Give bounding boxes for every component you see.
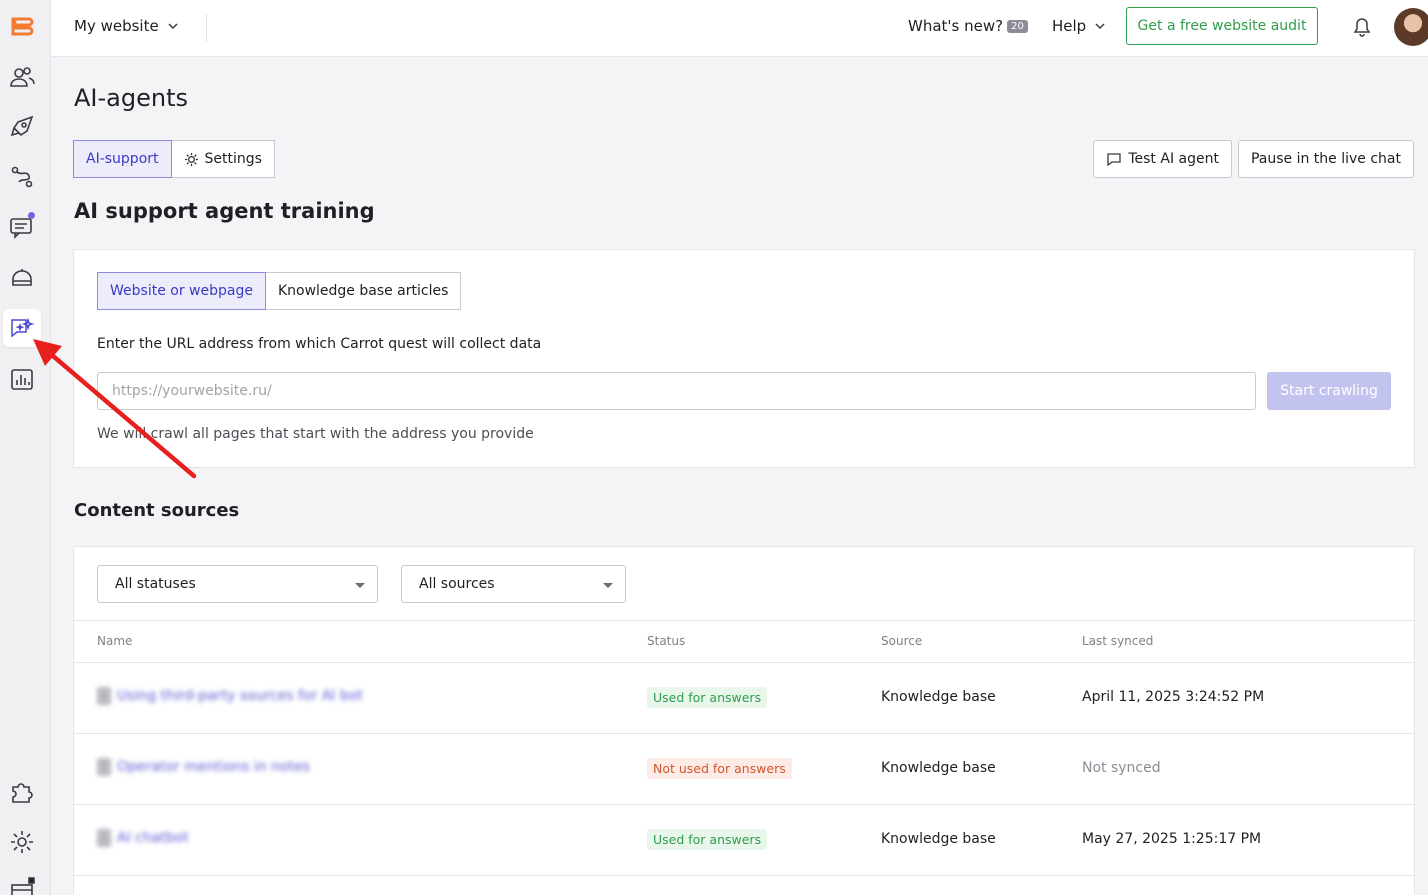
content-sources-title: Content sources [74, 500, 240, 521]
source-name-link[interactable]: AI chatbot [97, 829, 189, 847]
source-name: Operator mentions in notes [117, 759, 310, 775]
settings-icon[interactable] [3, 823, 41, 861]
table-row[interactable]: Using third-party sources for AI bot Use… [74, 663, 1414, 734]
source-type: Knowledge base [881, 689, 996, 705]
source-filter-select[interactable]: All sources [401, 565, 626, 603]
source-name-link[interactable]: Operator mentions in notes [97, 758, 310, 776]
header-divider [206, 14, 207, 42]
users-icon[interactable] [3, 58, 41, 96]
notification-dot [28, 212, 35, 219]
tab-settings-label: Settings [204, 151, 262, 167]
bot-icon[interactable] [3, 259, 41, 297]
training-card: Website or webpage Knowledge base articl… [73, 249, 1415, 468]
integrations-icon[interactable] [3, 773, 41, 811]
status-badge: Used for answers [647, 687, 768, 708]
last-synced: April 11, 2025 3:24:52 PM [1082, 689, 1265, 705]
crawl-hint: We will crawl all pages that start with … [97, 426, 534, 442]
url-input[interactable] [97, 372, 1256, 410]
status-badge: Not used for answers [647, 758, 792, 779]
whats-new-label: What's new? [908, 17, 1004, 35]
reports-icon[interactable] [3, 360, 41, 398]
ai-agent-icon[interactable] [3, 309, 41, 347]
source-name-link[interactable]: Using third-party sources for AI bot [97, 687, 363, 705]
column-last-synced: Last synced [1082, 634, 1154, 648]
chevron-down-icon [1095, 23, 1105, 30]
caret-down-icon [355, 583, 365, 588]
avatar[interactable] [1394, 8, 1428, 46]
document-icon [97, 829, 111, 847]
test-ai-agent-button[interactable]: Test AI agent [1093, 140, 1232, 178]
top-header: My website What's new? 20 Help Get a fre… [51, 0, 1428, 57]
column-source: Source [881, 634, 923, 648]
source-filter-value: All sources [419, 576, 495, 592]
source-name: Using third-party sources for AI bot [117, 688, 363, 704]
page-tabs: AI-support Settings [73, 140, 275, 178]
pause-live-chat-button[interactable]: Pause in the live chat [1237, 140, 1414, 178]
source-type: Knowledge base [881, 831, 996, 847]
document-icon [97, 687, 111, 705]
last-synced: Not synced [1082, 760, 1161, 776]
source-type: Knowledge base [881, 760, 996, 776]
bell-icon[interactable] [1353, 17, 1371, 37]
column-name: Name [97, 634, 133, 648]
free-audit-button[interactable]: Get a free website audit [1126, 7, 1318, 45]
tab-settings[interactable]: Settings [171, 140, 275, 178]
content-sources-card: All statuses All sources Name Status Sou… [73, 546, 1415, 895]
column-status: Status [647, 634, 686, 648]
gear-icon [184, 152, 198, 166]
document-icon [97, 758, 111, 776]
table-row[interactable]: AI chatbot Used for answers Knowledge ba… [74, 805, 1414, 876]
status-filter-value: All statuses [115, 576, 196, 592]
help-label: Help [1052, 17, 1087, 35]
status-badge: Used for answers [647, 829, 768, 850]
help-menu[interactable]: Help [1052, 17, 1106, 35]
page-title: AI-agents [74, 84, 188, 112]
source-name: AI chatbot [117, 830, 189, 846]
rocket-icon[interactable] [3, 108, 41, 146]
site-name: My website [74, 17, 159, 35]
table-header: Name Status Source Last synced [74, 620, 1414, 663]
whats-new-link[interactable]: What's new? 20 [908, 17, 1028, 35]
status-filter-select[interactable]: All statuses [97, 565, 378, 603]
locked-feature-icon[interactable] [3, 870, 41, 895]
training-source-tabs: Website or webpage Knowledge base articl… [97, 272, 462, 310]
chat-icon[interactable] [3, 208, 41, 246]
logo-icon[interactable] [3, 8, 41, 46]
training-section-title: AI support agent training [74, 199, 375, 223]
sidebar [0, 0, 51, 895]
tab-ai-support[interactable]: AI-support [73, 140, 172, 178]
whats-new-count: 20 [1007, 19, 1028, 33]
tab-website-or-webpage[interactable]: Website or webpage [97, 272, 266, 310]
workflow-icon[interactable] [3, 158, 41, 196]
caret-down-icon [603, 583, 613, 588]
url-field-label: Enter the URL address from which Carrot … [97, 336, 542, 352]
tab-knowledge-base-articles[interactable]: Knowledge base articles [265, 272, 462, 310]
chat-bubble-icon [1107, 153, 1121, 167]
top-actions: Test AI agent Pause in the live chat [1093, 140, 1414, 178]
site-selector[interactable]: My website [74, 17, 179, 35]
table-row[interactable]: Operator mentions in notes Not used for … [74, 734, 1414, 805]
last-synced: May 27, 2025 1:25:17 PM [1082, 831, 1262, 847]
test-ai-agent-label: Test AI agent [1128, 151, 1219, 167]
start-crawling-button[interactable]: Start crawling [1267, 372, 1391, 410]
chevron-down-icon [168, 23, 178, 30]
